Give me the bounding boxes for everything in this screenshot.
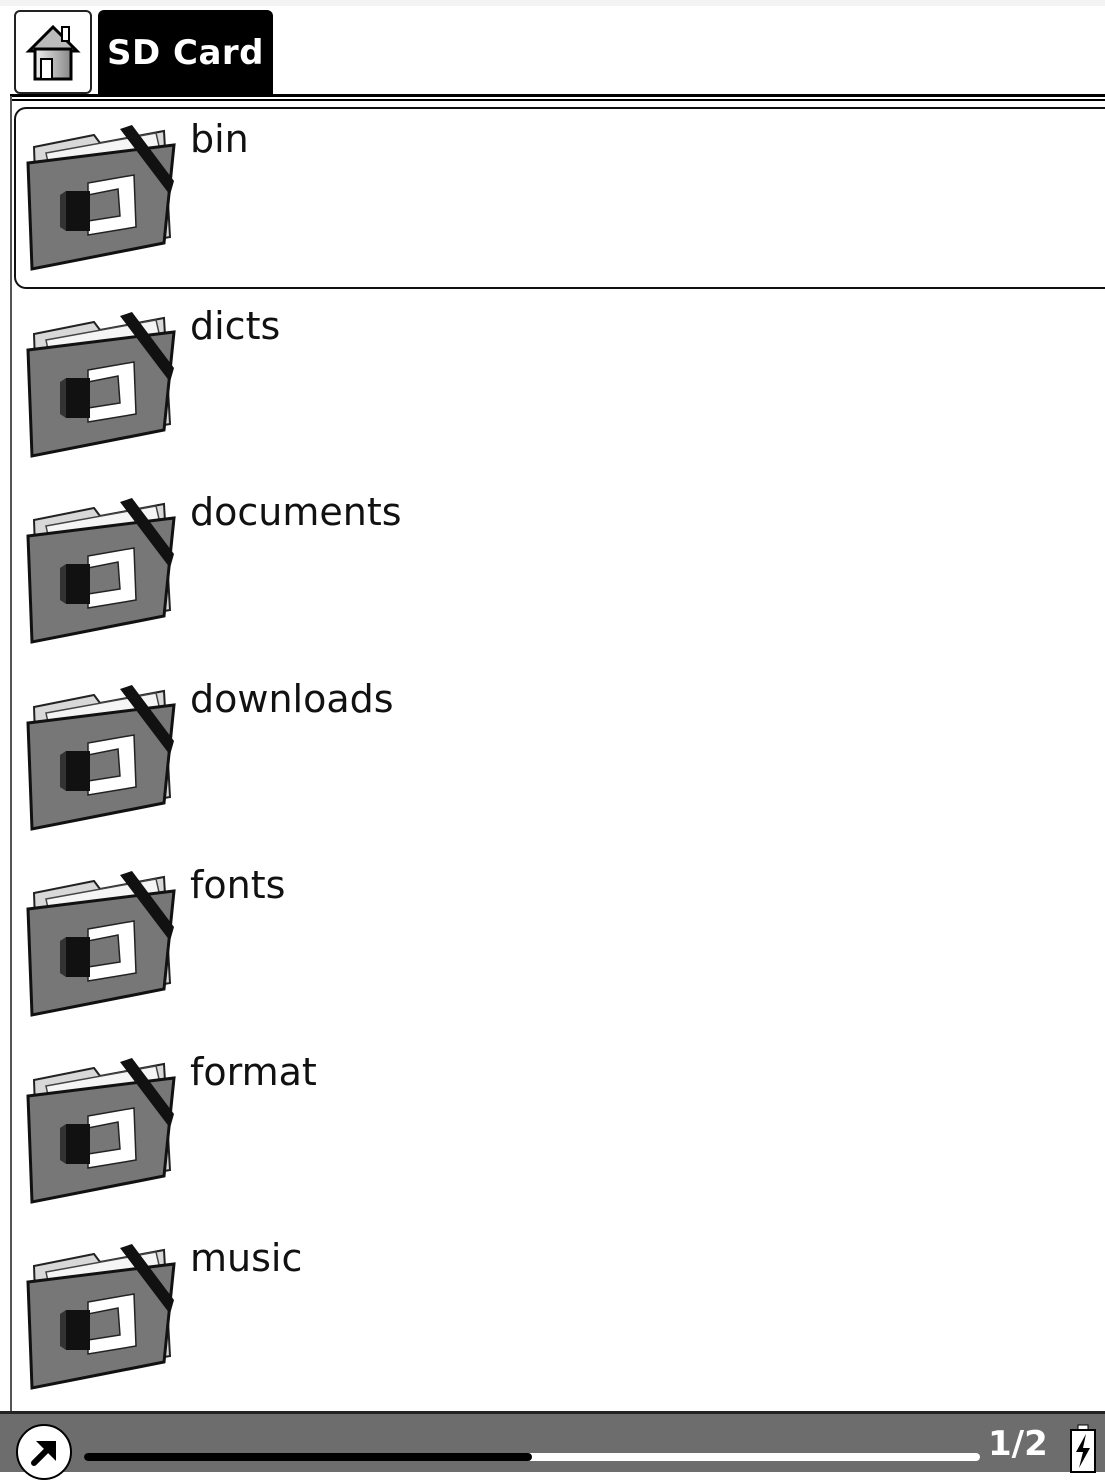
list-item-label: format	[190, 1049, 317, 1094]
page-progress-bar	[84, 1453, 980, 1461]
home-button[interactable]	[14, 10, 92, 94]
folder-icon	[26, 1057, 176, 1204]
file-list: bin dicts documents downloads fonts form…	[14, 107, 1105, 1411]
list-item-label: documents	[190, 490, 402, 534]
list-item[interactable]: format	[14, 1040, 1105, 1222]
folder-icon	[26, 125, 176, 271]
folder-icon	[26, 311, 176, 458]
list-item-label: music	[190, 1236, 303, 1280]
list-item-label: bin	[190, 117, 249, 161]
header-divider	[10, 94, 1105, 97]
list-item[interactable]: dicts	[14, 294, 1105, 476]
battery-charging-icon	[1070, 1424, 1096, 1473]
list-item-label: downloads	[190, 676, 394, 721]
list-item[interactable]: downloads	[14, 667, 1105, 849]
folder-icon	[26, 684, 176, 831]
list-item-label: fonts	[190, 863, 286, 907]
folder-icon	[26, 498, 176, 644]
list-item[interactable]: bin	[14, 107, 1105, 289]
page-indicator[interactable]: 1/2	[988, 1424, 1048, 1464]
header-divider-secondary	[10, 99, 1105, 101]
list-item[interactable]: music	[14, 1226, 1105, 1408]
list-item-label: dicts	[190, 303, 281, 348]
home-icon	[25, 24, 81, 81]
arrow-up-right-icon	[31, 1441, 56, 1466]
folder-icon	[26, 871, 176, 1017]
page-progress-fill	[84, 1453, 532, 1461]
header-bar: SD Card	[0, 6, 1105, 96]
list-left-border	[10, 96, 12, 1414]
status-bar: 1/2	[0, 1411, 1105, 1480]
folder-icon	[26, 1244, 176, 1390]
tab-sd-card[interactable]: SD Card	[98, 10, 273, 96]
list-item[interactable]: fonts	[14, 853, 1105, 1035]
list-item[interactable]: documents	[14, 480, 1105, 662]
